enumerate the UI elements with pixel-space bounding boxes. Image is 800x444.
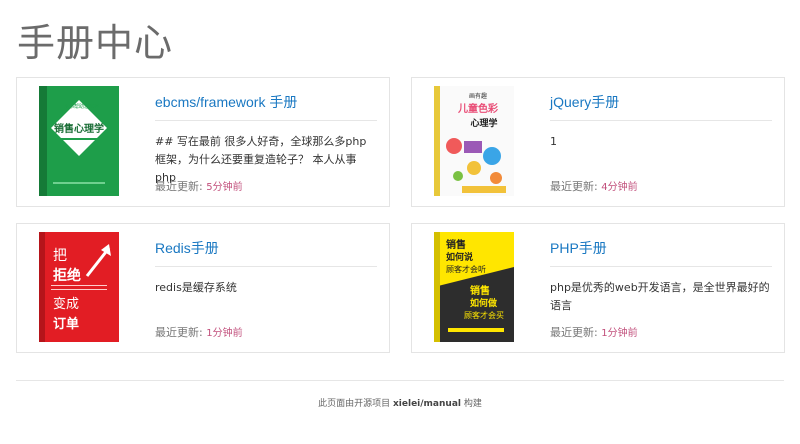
manual-title-link[interactable]: jQuery手册 [550, 92, 619, 112]
cover-line-1: 把 [53, 248, 67, 264]
manual-card-ebcms[interactable]: 一本书帮助您掌握 销售心理学 ebcms/framework 手册 ## 写在最… [16, 77, 390, 207]
cover-top-text: 画有趣 [469, 92, 487, 100]
last-updated: 最近更新: 5分钟前 [155, 178, 243, 194]
book-cover-image[interactable]: 画有趣 儿童色彩 心理学 [434, 86, 514, 196]
book-cover-image[interactable]: 把 拒绝 变成 订单 [39, 232, 119, 342]
manual-card-php[interactable]: 销售 如何说 顾客才会听 销售 如何做 顾客才会买 PHP手册 php是优秀的w… [411, 223, 785, 353]
manual-card-jquery[interactable]: 画有趣 儿童色彩 心理学 jQuery手册 1 最近更新: 4分钟前 [411, 77, 785, 207]
footer-project-link[interactable]: xielei/manual [393, 399, 461, 409]
page-title: 手册中心 [17, 21, 174, 65]
book-cover-image[interactable]: 一本书帮助您掌握 销售心理学 [39, 86, 119, 196]
footer-suffix: 构建 [463, 399, 482, 409]
updated-time: 5分钟前 [206, 182, 243, 193]
updated-time: 1分钟前 [601, 328, 638, 339]
cover-line-2: 如何说 [446, 251, 473, 263]
cover-main-text-2: 心理学 [470, 117, 497, 129]
updated-label: 最近更新: [155, 326, 203, 339]
manual-description: php是优秀的web开发语言，是全世界最好的语言 [550, 281, 770, 312]
footer: 此页面由开源项目 xielei/manual 构建 [0, 396, 800, 409]
cover-line-2: 拒绝 [53, 267, 81, 284]
updated-label: 最近更新: [550, 180, 598, 193]
last-updated: 最近更新: 1分钟前 [155, 324, 243, 340]
divider [155, 266, 377, 267]
manual-card-redis[interactable]: 把 拒绝 变成 订单 Redis手册 redis是缓存系统 最近更新: 1分钟前 [16, 223, 390, 353]
footer-divider [16, 380, 784, 381]
updated-time: 4分钟前 [601, 182, 638, 193]
manual-description: redis是缓存系统 [155, 281, 237, 294]
updated-label: 最近更新: [155, 180, 203, 193]
cover-line-4: 销售 [470, 284, 490, 297]
book-cover-image[interactable]: 销售 如何说 顾客才会听 销售 如何做 顾客才会买 [434, 232, 514, 342]
cover-line-3: 顾客才会听 [446, 264, 486, 274]
cover-line-4: 订单 [53, 316, 79, 332]
divider [550, 266, 772, 267]
cover-main-text: 销售心理学 [54, 122, 104, 135]
cover-main-text-1: 儿童色彩 [457, 102, 498, 115]
cover-line-5: 如何做 [470, 297, 498, 309]
cover-line-6: 顾客才会买 [464, 310, 504, 320]
cover-top-text: 一本书帮助您掌握 [59, 103, 99, 110]
cover-line-1: 销售 [446, 238, 466, 251]
divider [155, 120, 377, 121]
manual-title-link[interactable]: Redis手册 [155, 238, 219, 258]
manual-title-link[interactable]: ebcms/framework 手册 [155, 92, 297, 112]
last-updated: 最近更新: 1分钟前 [550, 324, 638, 340]
last-updated: 最近更新: 4分钟前 [550, 178, 638, 194]
updated-label: 最近更新: [550, 326, 598, 339]
footer-prefix: 此页面由开源项目 [318, 399, 391, 409]
manual-description: 1 [550, 135, 557, 148]
cover-line-3: 变成 [53, 296, 79, 312]
divider [550, 120, 772, 121]
updated-time: 1分钟前 [206, 328, 243, 339]
manual-title-link[interactable]: PHP手册 [550, 238, 607, 258]
